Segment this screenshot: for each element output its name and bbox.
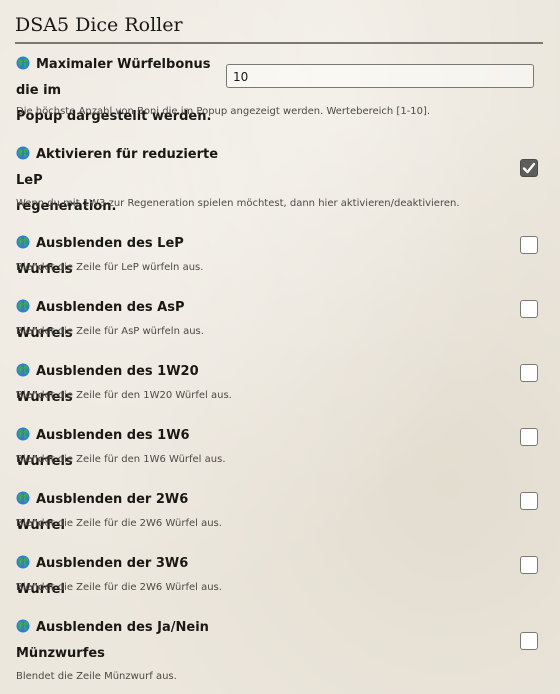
setting-label-line1: Ausblenden des Ja/Nein: [36, 620, 209, 635]
setting-hide-1w20-dice: Ausblenden des 1W20 Würfels Blendet die …: [16, 359, 544, 407]
setting-label-line2: Münzwurfes: [16, 646, 105, 661]
hide-asp-dice-checkbox[interactable]: [520, 300, 538, 318]
hide-3w6-dice-checkbox[interactable]: [520, 556, 538, 574]
setting-hide-2w6-dice: Ausblenden der 2W6 Würfel Blendet die Ze…: [16, 487, 544, 535]
setting-hint: Wenn du mit 1W3 zur Regeneration spielen…: [16, 198, 460, 209]
setting-hide-asp-dice: Ausblenden des AsP Würfels Blendet die Z…: [16, 295, 544, 343]
globe-icon: [16, 56, 30, 70]
setting-hide-3w6-dice: Ausblenden der 3W6 Würfel Blendet die Ze…: [16, 551, 544, 599]
globe-icon: [16, 555, 30, 569]
hide-1w6-dice-checkbox[interactable]: [520, 428, 538, 446]
setting-label: Ausblenden des LeP Würfels: [16, 231, 226, 283]
settings-header: DSA5 Dice Roller: [15, 12, 543, 44]
globe-icon: [16, 363, 30, 377]
setting-label: Ausblenden der 2W6 Würfel: [16, 487, 226, 539]
reduced-lep-regeneration-checkbox[interactable]: [520, 159, 538, 177]
setting-label: Ausblenden der 3W6 Würfel: [16, 551, 226, 603]
globe-icon: [16, 235, 30, 249]
globe-icon: [16, 491, 30, 505]
setting-hide-lep-dice: Ausblenden des LeP Würfels Blendet die Z…: [16, 231, 544, 279]
setting-label: Ausblenden des 1W6 Würfels: [16, 423, 226, 475]
setting-hint: Blendet die Zeile für den 1W20 Würfel au…: [16, 390, 232, 401]
setting-label-line1: Maximaler Würfelbonus die im: [16, 57, 211, 98]
page-title: DSA5 Dice Roller: [15, 14, 183, 36]
globe-icon: [16, 619, 30, 633]
setting-hint: Blendet die Zeile für die 2W6 Würfel aus…: [16, 582, 222, 593]
hide-1w20-dice-checkbox[interactable]: [520, 364, 538, 382]
hide-2w6-dice-checkbox[interactable]: [520, 492, 538, 510]
setting-label: Ausblenden des Ja/Nein Münzwurfes: [16, 615, 226, 667]
setting-max-dice-bonus: Maximaler Würfelbonus die im Popup darge…: [16, 52, 544, 124]
setting-label: Maximaler Würfelbonus die im Popup darge…: [16, 52, 226, 130]
hide-coin-flip-checkbox[interactable]: [520, 632, 538, 650]
globe-icon: [16, 299, 30, 313]
setting-label-line1: Aktivieren für reduzierte LeP: [16, 147, 219, 188]
setting-hint: Blendet die Zeile für LeP würfeln aus.: [16, 262, 204, 273]
hide-lep-dice-checkbox[interactable]: [520, 236, 538, 254]
checkmark-icon: [522, 162, 536, 174]
setting-hide-coin-flip: Ausblenden des Ja/Nein Münzwurfes Blende…: [16, 615, 544, 691]
setting-label: Ausblenden des 1W20 Würfels: [16, 359, 226, 411]
globe-icon: [16, 427, 30, 441]
globe-icon: [16, 146, 30, 160]
setting-hint: Blendet die Zeile für den 1W6 Würfel aus…: [16, 454, 226, 465]
max-dice-bonus-input[interactable]: 10: [226, 64, 534, 88]
setting-hide-1w6-dice: Ausblenden des 1W6 Würfels Blendet die Z…: [16, 423, 544, 471]
setting-hint: Blendet die Zeile Münzwurf aus.: [16, 671, 177, 682]
setting-hint: Blendet die Zeile für AsP würfeln aus.: [16, 326, 204, 337]
setting-reduced-lep-regeneration: Aktivieren für reduzierte LeP regenerati…: [16, 142, 544, 214]
setting-hint: Blendet die Zeile für die 2W6 Würfel aus…: [16, 518, 222, 529]
setting-hint: Die höchste Anzahl von Boni die im Popup…: [16, 106, 431, 117]
setting-label: Ausblenden des AsP Würfels: [16, 295, 226, 347]
